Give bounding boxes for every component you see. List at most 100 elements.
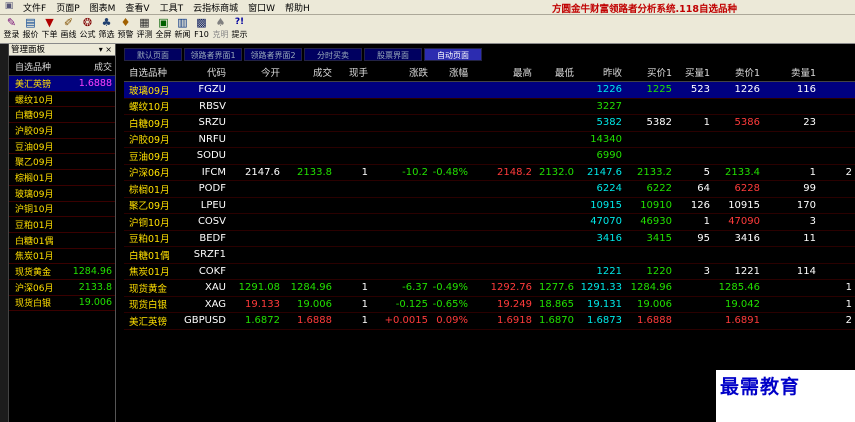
- menu-indicator-store[interactable]: 云指标商城: [188, 1, 243, 14]
- cell-pct: [428, 132, 468, 148]
- panel-item[interactable]: 白糖01偶: [9, 233, 115, 249]
- cell-last: [280, 115, 332, 131]
- cell-bidv: 5: [703, 166, 710, 178]
- table-row[interactable]: 现货黄金 XAU 1291.08 1284.96 1 -6.37 -0.49% 1292.76…: [124, 280, 855, 297]
- toolbar-button-2[interactable]: ▼ 下单: [40, 15, 59, 44]
- tab-1[interactable]: 领路者界面1: [184, 48, 242, 61]
- panel-item[interactable]: 螺纹10月: [9, 92, 115, 108]
- toolbar-button-label: 画线: [60, 30, 77, 39]
- cell-open: 19.133: [245, 298, 280, 310]
- tab-5[interactable]: 自动页面: [424, 48, 482, 61]
- cell-vol: [332, 247, 368, 263]
- table-row[interactable]: 沪铜10月 COSV 47070 46930 1 47090 3: [124, 214, 855, 231]
- menu-tools[interactable]: 工具T: [155, 1, 189, 14]
- menu-view[interactable]: 查看V: [120, 1, 154, 14]
- grid-header-last[interactable]: 成交: [280, 62, 332, 81]
- toolbar-button-label: 新闻: [174, 30, 191, 39]
- cell-askv: 3: [809, 216, 816, 228]
- toolbar-button-8[interactable]: ▣ 全屏: [154, 15, 173, 44]
- grid-header-low[interactable]: 最低: [532, 62, 574, 81]
- grid-header-open[interactable]: 今开: [226, 62, 280, 81]
- toolbar-button-6[interactable]: ♦ 预警: [116, 15, 135, 44]
- toolbar-button-3[interactable]: ✐ 画线: [59, 15, 78, 44]
- menu-bar: ▣ 文件F 页面P 图表M 查看V 工具T 云指标商城 窗口W 帮助H 方圆金牛…: [0, 0, 855, 15]
- table-row[interactable]: 沪胶09月 NRFU 14340: [124, 132, 855, 148]
- cell-last: [280, 198, 332, 214]
- panel-item[interactable]: 美汇英镑 1.6888: [9, 76, 115, 92]
- app-system-icon[interactable]: ▣: [2, 1, 16, 13]
- panel-col-name[interactable]: 自选品种: [9, 60, 64, 73]
- cell-bidv: [672, 297, 710, 313]
- cell-chg: [368, 264, 428, 280]
- table-row[interactable]: 美汇英镑 GBPUSD 1.6872 1.6888 1 +0.0015 0.09% 1.691…: [124, 313, 855, 330]
- panel-close-icon[interactable]: ▾ ×: [99, 44, 112, 56]
- panel-item[interactable]: 白糖09月: [9, 107, 115, 124]
- menu-page[interactable]: 页面P: [51, 1, 84, 14]
- tab-4[interactable]: 股票界面: [364, 48, 422, 61]
- cell-pct: [428, 181, 468, 197]
- toolbar-button-12[interactable]: ?! 提示: [230, 15, 249, 44]
- table-row[interactable]: 焦炭01月 COKF 1221 1220 3 1221 114: [124, 264, 855, 280]
- panel-item[interactable]: 沪铜10月: [9, 202, 115, 218]
- toolbar-button-0[interactable]: ✎ 登录: [2, 15, 21, 44]
- grid-header-ask[interactable]: 卖价1: [710, 62, 760, 81]
- grid-header-vol[interactable]: 现手: [332, 62, 368, 81]
- panel-item[interactable]: 现货白银 19.006: [9, 296, 115, 312]
- panel-item[interactable]: 棕榈01月: [9, 170, 115, 186]
- cell-last: 1284.96: [290, 282, 332, 294]
- toolbar-button-10[interactable]: ▩ F10: [192, 15, 211, 44]
- panel-item-value: 2133.8: [78, 281, 112, 293]
- tab-3[interactable]: 分时买卖: [304, 48, 362, 61]
- grid-header-pct[interactable]: 涨幅: [428, 62, 468, 81]
- cell-ask: 1226: [734, 84, 760, 96]
- cell-bid: 1.6888: [637, 315, 672, 327]
- table-row[interactable]: 螺纹10月 RBSV 3227: [124, 99, 855, 115]
- toolbar-button-5[interactable]: ♣ 筛选: [97, 15, 116, 44]
- tab-2[interactable]: 领路者界面2: [244, 48, 302, 61]
- cell-edge: 2: [845, 166, 852, 178]
- toolbar-button-4[interactable]: ❂ 公式: [78, 15, 97, 44]
- menu-chart[interactable]: 图表M: [85, 1, 121, 14]
- table-row[interactable]: 沪深06月 IFCM 2147.6 2133.8 1 -10.2 -0.48% 2148.2 2…: [124, 165, 855, 181]
- table-row[interactable]: 白糖09月 SRZU 5382 5382 1 5386 23: [124, 115, 855, 132]
- panel-col-change[interactable]: 成交: [64, 60, 112, 73]
- table-row[interactable]: 棕榈01月 PODF 6224 6222 64 6228 99: [124, 181, 855, 198]
- table-row[interactable]: 豆粕01月 BEDF 3416 3415 95 3416 11: [124, 231, 855, 247]
- panel-item[interactable]: 沪胶09月: [9, 123, 115, 139]
- panel-item[interactable]: 现货黄金 1284.96: [9, 264, 115, 280]
- panel-item[interactable]: 豆粕01月: [9, 217, 115, 233]
- cell-high: [468, 231, 532, 247]
- toolbar-button-1[interactable]: ▤ 报价: [21, 15, 40, 44]
- table-row[interactable]: 豆油09月 SODU 6990: [124, 148, 855, 165]
- cell-vol: [332, 214, 368, 230]
- toolbar-button-11[interactable]: ♠ 克明: [211, 15, 230, 44]
- menu-window[interactable]: 窗口W: [243, 1, 280, 14]
- grid-header-bidv[interactable]: 买量1: [672, 62, 710, 81]
- panel-item[interactable]: 焦炭01月: [9, 249, 115, 265]
- menu-help[interactable]: 帮助H: [280, 1, 315, 14]
- grid-header-name[interactable]: 自选品种: [124, 62, 180, 81]
- table-row[interactable]: 白糖01偶 SRZF1: [124, 247, 855, 264]
- toolbar-button-9[interactable]: ▥ 新闻: [173, 15, 192, 44]
- table-row[interactable]: 聚乙09月 LPEU 10915 10910 126 10915 170: [124, 198, 855, 214]
- panel-item[interactable]: 沪深06月 2133.8: [9, 280, 115, 296]
- grid-header-chg[interactable]: 涨跌: [368, 62, 428, 81]
- cell-pct: [428, 264, 468, 280]
- panel-item[interactable]: 聚乙09月: [9, 154, 115, 171]
- table-row[interactable]: 玻璃09月 FGZU 1226 1225 523 1226 116: [124, 82, 855, 99]
- grid-header-code[interactable]: 代码: [180, 62, 226, 81]
- grid-header-askv[interactable]: 卖量1: [760, 62, 816, 81]
- toolbar-button-7[interactable]: ▦ 评测: [135, 15, 154, 44]
- cell-chg: [368, 214, 428, 230]
- panel-item[interactable]: 豆油09月: [9, 139, 115, 155]
- grid-header-bid[interactable]: 买价1: [622, 62, 672, 81]
- table-row[interactable]: 现货白银 XAG 19.133 19.006 1 -0.125 -0.65% 19.249 18…: [124, 297, 855, 313]
- grid-header-high[interactable]: 最高: [468, 62, 532, 81]
- cell-askv: 23: [803, 117, 816, 129]
- cell-edge: [816, 264, 852, 280]
- menu-file[interactable]: 文件F: [18, 1, 51, 14]
- panel-item[interactable]: 玻璃09月: [9, 186, 115, 202]
- tab-0[interactable]: 默认页面: [124, 48, 182, 61]
- cell-vol: [332, 198, 368, 214]
- grid-header-prev[interactable]: 昨收: [574, 62, 622, 81]
